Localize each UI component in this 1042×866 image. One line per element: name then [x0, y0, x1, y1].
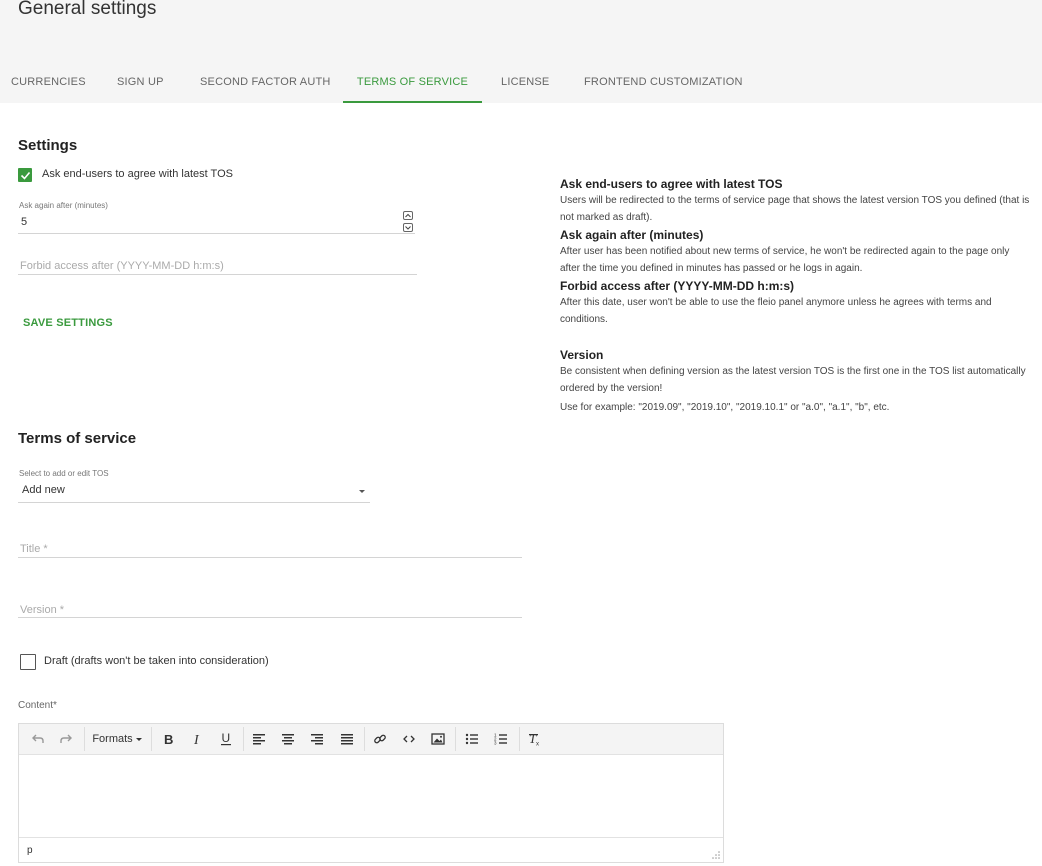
editor-toolbar: Formats B I U 1 2 3 T x: [19, 724, 723, 755]
element-path[interactable]: p: [27, 845, 33, 856]
align-left-button[interactable]: [248, 728, 270, 750]
underline-button[interactable]: U: [215, 728, 237, 750]
align-right-button[interactable]: [306, 728, 328, 750]
formats-dropdown[interactable]: Formats: [89, 728, 145, 750]
help-again-text: After user has been notified about new t…: [560, 246, 1010, 274]
ask-again-label: Ask again after (minutes): [19, 201, 108, 210]
dropdown-arrow-icon[interactable]: [359, 490, 365, 493]
numbered-list-icon: 123: [494, 733, 507, 746]
svg-text:I: I: [193, 733, 200, 746]
code-icon: [403, 735, 415, 743]
tab-bar: CURRENCIES SIGN UP SECOND FACTOR AUTH TE…: [0, 62, 1042, 103]
tab-frontend-customization[interactable]: FRONTEND CUSTOMIZATION: [584, 62, 743, 103]
tab-license[interactable]: LICENSE: [501, 62, 549, 103]
ask-again-input[interactable]: 5: [21, 216, 27, 228]
bold-icon: B: [164, 732, 173, 746]
bullet-list-icon: [465, 733, 478, 745]
chevron-down-icon: [405, 226, 411, 230]
content-label: Content*: [18, 700, 57, 711]
svg-text:U: U: [222, 732, 231, 745]
increment-button[interactable]: [403, 211, 413, 220]
forbid-access-underline: [18, 274, 417, 275]
svg-text:3: 3: [494, 741, 497, 746]
align-center-icon: [282, 734, 294, 745]
tos-select-label: Select to add or edit TOS: [19, 469, 109, 478]
toolbar-divider: [455, 727, 456, 751]
formats-label: Formats: [92, 733, 133, 745]
toolbar-divider: [84, 727, 85, 751]
page-title: General settings: [18, 0, 157, 19]
editor-statusbar: p: [19, 837, 723, 863]
checkmark-icon: [20, 171, 31, 180]
bullet-list-button[interactable]: [461, 728, 483, 750]
undo-button[interactable]: [25, 728, 51, 750]
rich-text-editor: Formats B I U 1 2 3 T x p: [18, 723, 724, 863]
redo-button[interactable]: [53, 728, 79, 750]
help-forbid-title: Forbid access after (YYYY-MM-DD h:m:s): [560, 279, 795, 293]
image-button[interactable]: [427, 728, 449, 750]
version-input[interactable]: Version *: [20, 604, 64, 616]
toolbar-divider: [243, 727, 244, 751]
align-justify-button[interactable]: [336, 728, 358, 750]
decrement-button[interactable]: [403, 223, 413, 232]
header-bar: General settings CURRENCIES SIGN UP SECO…: [0, 0, 1042, 103]
help-version-example: Use for example: "2019.09", "2019.10", "…: [560, 402, 890, 413]
version-underline: [18, 617, 522, 618]
svg-text:B: B: [164, 732, 173, 746]
save-settings-button[interactable]: SAVE SETTINGS: [23, 317, 113, 329]
align-center-button[interactable]: [277, 728, 299, 750]
tos-select-underline: [18, 502, 370, 503]
align-right-icon: [311, 734, 323, 745]
undo-icon: [32, 734, 44, 743]
tab-sign-up[interactable]: SIGN UP: [117, 62, 164, 103]
bold-button[interactable]: B: [157, 728, 179, 750]
help-again-title: Ask again after (minutes): [560, 228, 704, 242]
code-button[interactable]: [398, 728, 420, 750]
caret-down-icon: [135, 737, 142, 741]
draft-label: Draft (drafts won't be taken into consid…: [44, 655, 269, 667]
forbid-access-input[interactable]: Forbid access after (YYYY-MM-DD h:m:s): [20, 260, 224, 272]
resize-handle-icon[interactable]: [712, 851, 720, 861]
settings-heading: Settings: [18, 137, 78, 154]
resize-grip-icon: [712, 851, 720, 859]
clear-format-icon: Tx: [529, 732, 539, 747]
chevron-up-icon: [405, 213, 411, 218]
tab-currencies[interactable]: CURRENCIES: [11, 62, 86, 103]
tos-heading: Terms of service: [18, 430, 137, 447]
help-version-title: Version: [560, 348, 604, 362]
tos-select[interactable]: Add new: [22, 484, 65, 496]
toolbar-divider: [364, 727, 365, 751]
link-icon: [374, 734, 386, 744]
svg-text:x: x: [536, 742, 539, 747]
redo-icon: [60, 734, 72, 743]
numbered-list-button[interactable]: 123: [490, 728, 512, 750]
draft-checkbox[interactable]: [20, 654, 36, 670]
help-ask-title: Ask end-users to agree with latest TOS: [560, 177, 783, 191]
underline-icon: U: [221, 732, 231, 746]
ask-agree-checkbox[interactable]: [18, 168, 32, 182]
image-icon: [431, 733, 445, 745]
italic-button[interactable]: I: [186, 728, 208, 750]
italic-icon: I: [193, 733, 200, 746]
link-button[interactable]: [369, 728, 391, 750]
title-underline: [18, 557, 522, 558]
help-ask-text: Users will be redirected to the terms of…: [560, 195, 1030, 223]
tab-terms-of-service[interactable]: TERMS OF SERVICE: [343, 62, 482, 103]
toolbar-divider: [519, 727, 520, 751]
ask-again-underline: [18, 233, 415, 234]
help-forbid-text: After this date, user won't be able to u…: [560, 297, 992, 325]
align-left-icon: [253, 734, 265, 745]
title-input[interactable]: Title *: [20, 543, 48, 555]
toolbar-divider: [151, 727, 152, 751]
align-justify-icon: [341, 734, 353, 745]
help-version-text: Be consistent when defining version as t…: [560, 366, 1026, 394]
clear-format-button[interactable]: Tx: [524, 728, 546, 750]
ask-agree-label: Ask end-users to agree with latest TOS: [42, 168, 233, 180]
tab-second-factor-auth[interactable]: SECOND FACTOR AUTH: [200, 62, 331, 103]
